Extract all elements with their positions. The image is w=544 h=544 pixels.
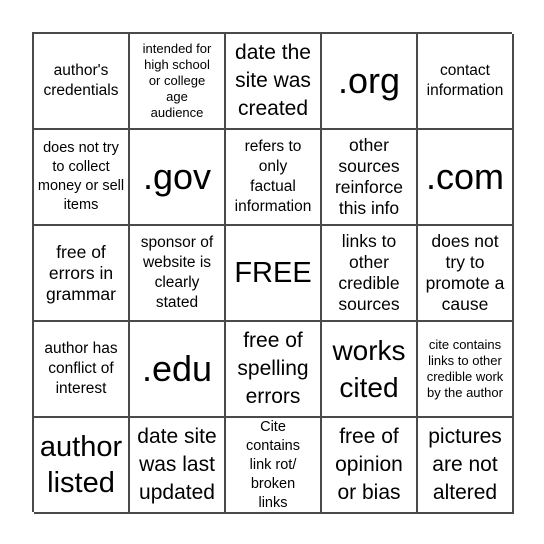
cell-text: links to other credible sources xyxy=(338,231,400,314)
bingo-cell[interactable]: free of opinion or bias xyxy=(322,418,418,514)
bingo-cell[interactable]: free of spelling errors xyxy=(226,322,322,418)
bingo-cell[interactable]: does not try to promote a cause xyxy=(418,226,514,322)
cell-text: date site was last updated xyxy=(137,425,217,504)
cell-text: author's credentials xyxy=(43,62,119,99)
cell-text: .edu xyxy=(141,348,213,389)
cell-text: contact information xyxy=(426,62,504,99)
bingo-cell[interactable]: date the site was created xyxy=(226,34,322,130)
bingo-cell[interactable]: author's credentials xyxy=(34,34,130,130)
cell-text: free of spelling errors xyxy=(237,329,309,408)
bingo-cell[interactable]: .org xyxy=(322,34,418,130)
cell-text: pictures are not altered xyxy=(428,425,502,504)
bingo-cell[interactable]: .com xyxy=(418,130,514,226)
bingo-cell[interactable]: author listed xyxy=(34,418,130,514)
free-space-cell[interactable]: FREE xyxy=(226,226,322,322)
bingo-cell[interactable]: pictures are not altered xyxy=(418,418,514,514)
bingo-cell[interactable]: cite contains links to other credible wo… xyxy=(418,322,514,418)
bingo-cell[interactable]: links to other credible sources xyxy=(322,226,418,322)
cell-text: Cite contains link rot/ broken links xyxy=(245,418,300,511)
cell-text: other sources reinforce this info xyxy=(334,135,404,218)
cell-text: date the site was created xyxy=(235,41,311,120)
bingo-board: author's credentials intended for high s… xyxy=(32,32,514,514)
bingo-cell[interactable]: refers to only factual information xyxy=(226,130,322,226)
bingo-cell[interactable]: free of errors in grammar xyxy=(34,226,130,322)
cell-text: intended for high school or college age … xyxy=(142,41,212,120)
cell-text: .gov xyxy=(142,156,212,197)
bingo-cell[interactable]: .edu xyxy=(130,322,226,418)
cell-text: cite contains links to other credible wo… xyxy=(426,337,504,400)
bingo-cell[interactable]: contact information xyxy=(418,34,514,130)
cell-text: does not try to promote a cause xyxy=(425,231,505,314)
cell-text: FREE xyxy=(234,256,312,289)
cell-text: free of errors in grammar xyxy=(45,241,116,304)
cell-text: free of opinion or bias xyxy=(335,425,403,504)
bingo-cell[interactable]: .gov xyxy=(130,130,226,226)
bingo-cell[interactable]: date site was last updated xyxy=(130,418,226,514)
cell-text: .org xyxy=(337,60,401,101)
cell-text: sponsor of website is clearly stated xyxy=(140,234,214,311)
bingo-cell[interactable]: author has conflict of interest xyxy=(34,322,130,418)
bingo-cell[interactable]: other sources reinforce this info xyxy=(322,130,418,226)
cell-text: works cited xyxy=(332,335,406,403)
bingo-cell[interactable]: intended for high school or college age … xyxy=(130,34,226,130)
cell-text: refers to only factual information xyxy=(234,138,312,215)
bingo-cell[interactable]: works cited xyxy=(322,322,418,418)
bingo-cell[interactable]: Cite contains link rot/ broken links xyxy=(226,418,322,514)
cell-text: author listed xyxy=(39,431,123,499)
bingo-cell[interactable]: sponsor of website is clearly stated xyxy=(130,226,226,322)
cell-text: .com xyxy=(425,156,504,197)
bingo-cell[interactable]: does not try to collect money or sell it… xyxy=(34,130,130,226)
cell-text: does not try to collect money or sell it… xyxy=(37,140,125,213)
cell-text: author has conflict of interest xyxy=(44,340,118,397)
